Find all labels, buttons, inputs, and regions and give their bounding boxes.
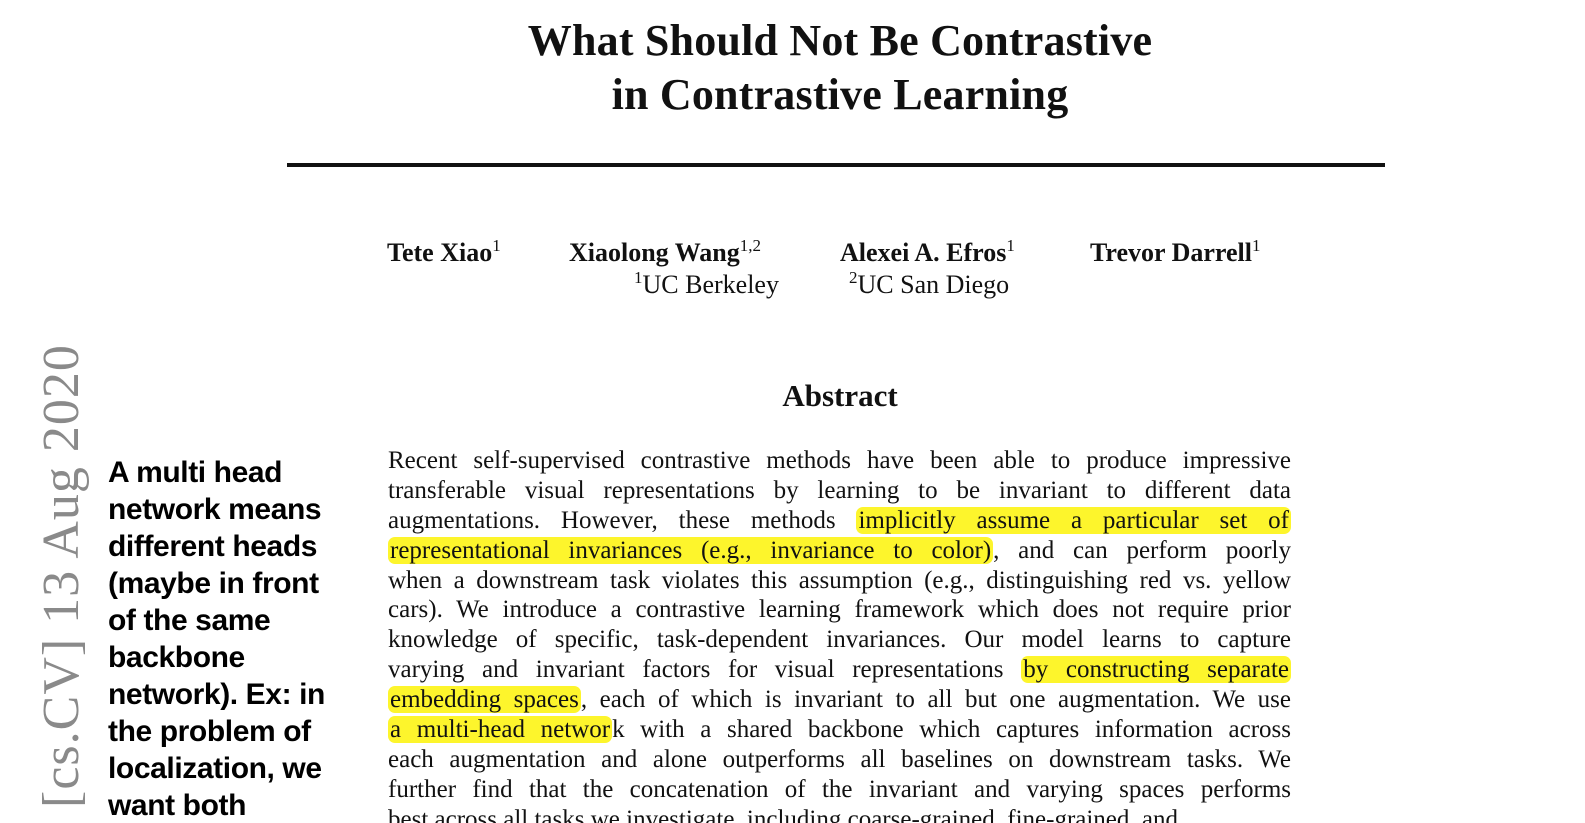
abstract-line: transferable visual representations by l… (388, 476, 1291, 506)
abstract-line: knowledge of specific, task-dependent in… (388, 625, 1291, 655)
author-alexei-efros: Alexei A. Efros1 (840, 236, 1015, 267)
paper-title-line-2: in Contrastive Learning (611, 70, 1069, 119)
annotation-line: network means (108, 493, 322, 526)
abstract-line: best across all tasks we investigate, in… (388, 805, 1291, 823)
highlighted-text: implicitly assume a particular set of (856, 506, 1291, 534)
abstract-line: cars). We introduce a contrastive learni… (388, 595, 1291, 625)
abstract-line: embedding spaces, each of which is invar… (388, 685, 1291, 715)
annotation-line: localization, we (108, 752, 322, 785)
annotation-line: backbone (108, 641, 245, 674)
abstract-text: Recent self-supervised contrastive metho… (388, 447, 1291, 474)
abstract-line: each augmentation and alone outperforms … (388, 745, 1291, 775)
annotation-line: the problem of (108, 715, 311, 748)
abstract-text: knowledge of specific, task-dependent in… (388, 626, 1291, 654)
abstract-line: augmentations. However, these methods im… (388, 506, 1291, 536)
abstract-line: representational invariances (e.g., inva… (388, 536, 1291, 566)
abstract-heading: Abstract (782, 378, 898, 413)
title-rule (287, 163, 1385, 167)
abstract-line: Recent self-supervised contrastive metho… (388, 446, 1291, 476)
author-tete-xiao: Tete Xiao1 (387, 236, 501, 267)
abstract-line: when a downstream task violates this ass… (388, 566, 1291, 596)
abstract-text: best across all tasks we investigate, in… (388, 805, 1179, 823)
abstract-text: each augmentation and alone outperforms … (388, 745, 1291, 773)
annotation-line: want both (108, 789, 247, 822)
abstract-line: further find that the concatenation of t… (388, 775, 1291, 805)
abstract-text: further find that the concatenation of t… (388, 775, 1291, 803)
highlighted-text: representational invariances (e.g., inva… (388, 536, 994, 564)
paper-title-line-1: What Should Not Be Contrastive (527, 16, 1153, 65)
abstract-text: , each of which is invariant to all but … (580, 686, 1291, 714)
author-trevor-darrell: Trevor Darrell1 (1090, 236, 1261, 267)
affiliation-uc-san-diego: 2UC San Diego (849, 268, 1010, 299)
highlighted-text: a multi-head networ (388, 716, 613, 744)
arxiv-stamp: [cs.CV] 13 Aug 2020 (33, 344, 90, 808)
annotation-line: different heads (108, 530, 318, 563)
affiliation-uc-berkeley: 1UC Berkeley (634, 268, 779, 299)
annotation-line: of the same (108, 604, 271, 637)
abstract-text: k with a shared backbone which captures … (612, 716, 1291, 744)
annotation-line: network). Ex: in (108, 678, 325, 711)
margin-annotation: A multi head network means different heads… (108, 454, 358, 823)
abstract-text: cars). We introduce a contrastive learni… (388, 596, 1291, 624)
author-xiaolong-wang: Xiaolong Wang1,2 (569, 236, 761, 267)
annotation-line: A multi head (108, 456, 283, 489)
abstract-body: Recent self-supervised contrastive metho… (388, 446, 1292, 823)
abstract-text: transferable visual representations by l… (388, 476, 1291, 504)
abstract-text: varying and invariant factors for visual… (388, 656, 1022, 684)
abstract-text: when a downstream task violates this ass… (388, 566, 1291, 594)
paper-page: What Should Not Be Contrastive in Contra… (0, 0, 1585, 823)
abstract-text: augmentations. However, these methods (388, 506, 857, 534)
abstract-line: varying and invariant factors for visual… (388, 655, 1292, 685)
highlighted-text: by constructing separate (1021, 656, 1292, 684)
highlighted-text: embedding spaces (388, 686, 581, 714)
abstract-text: , and can perform poorly (993, 536, 1291, 564)
annotation-line: (maybe in front (108, 567, 319, 600)
abstract-line: a multi-head network with a shared backb… (388, 715, 1291, 745)
